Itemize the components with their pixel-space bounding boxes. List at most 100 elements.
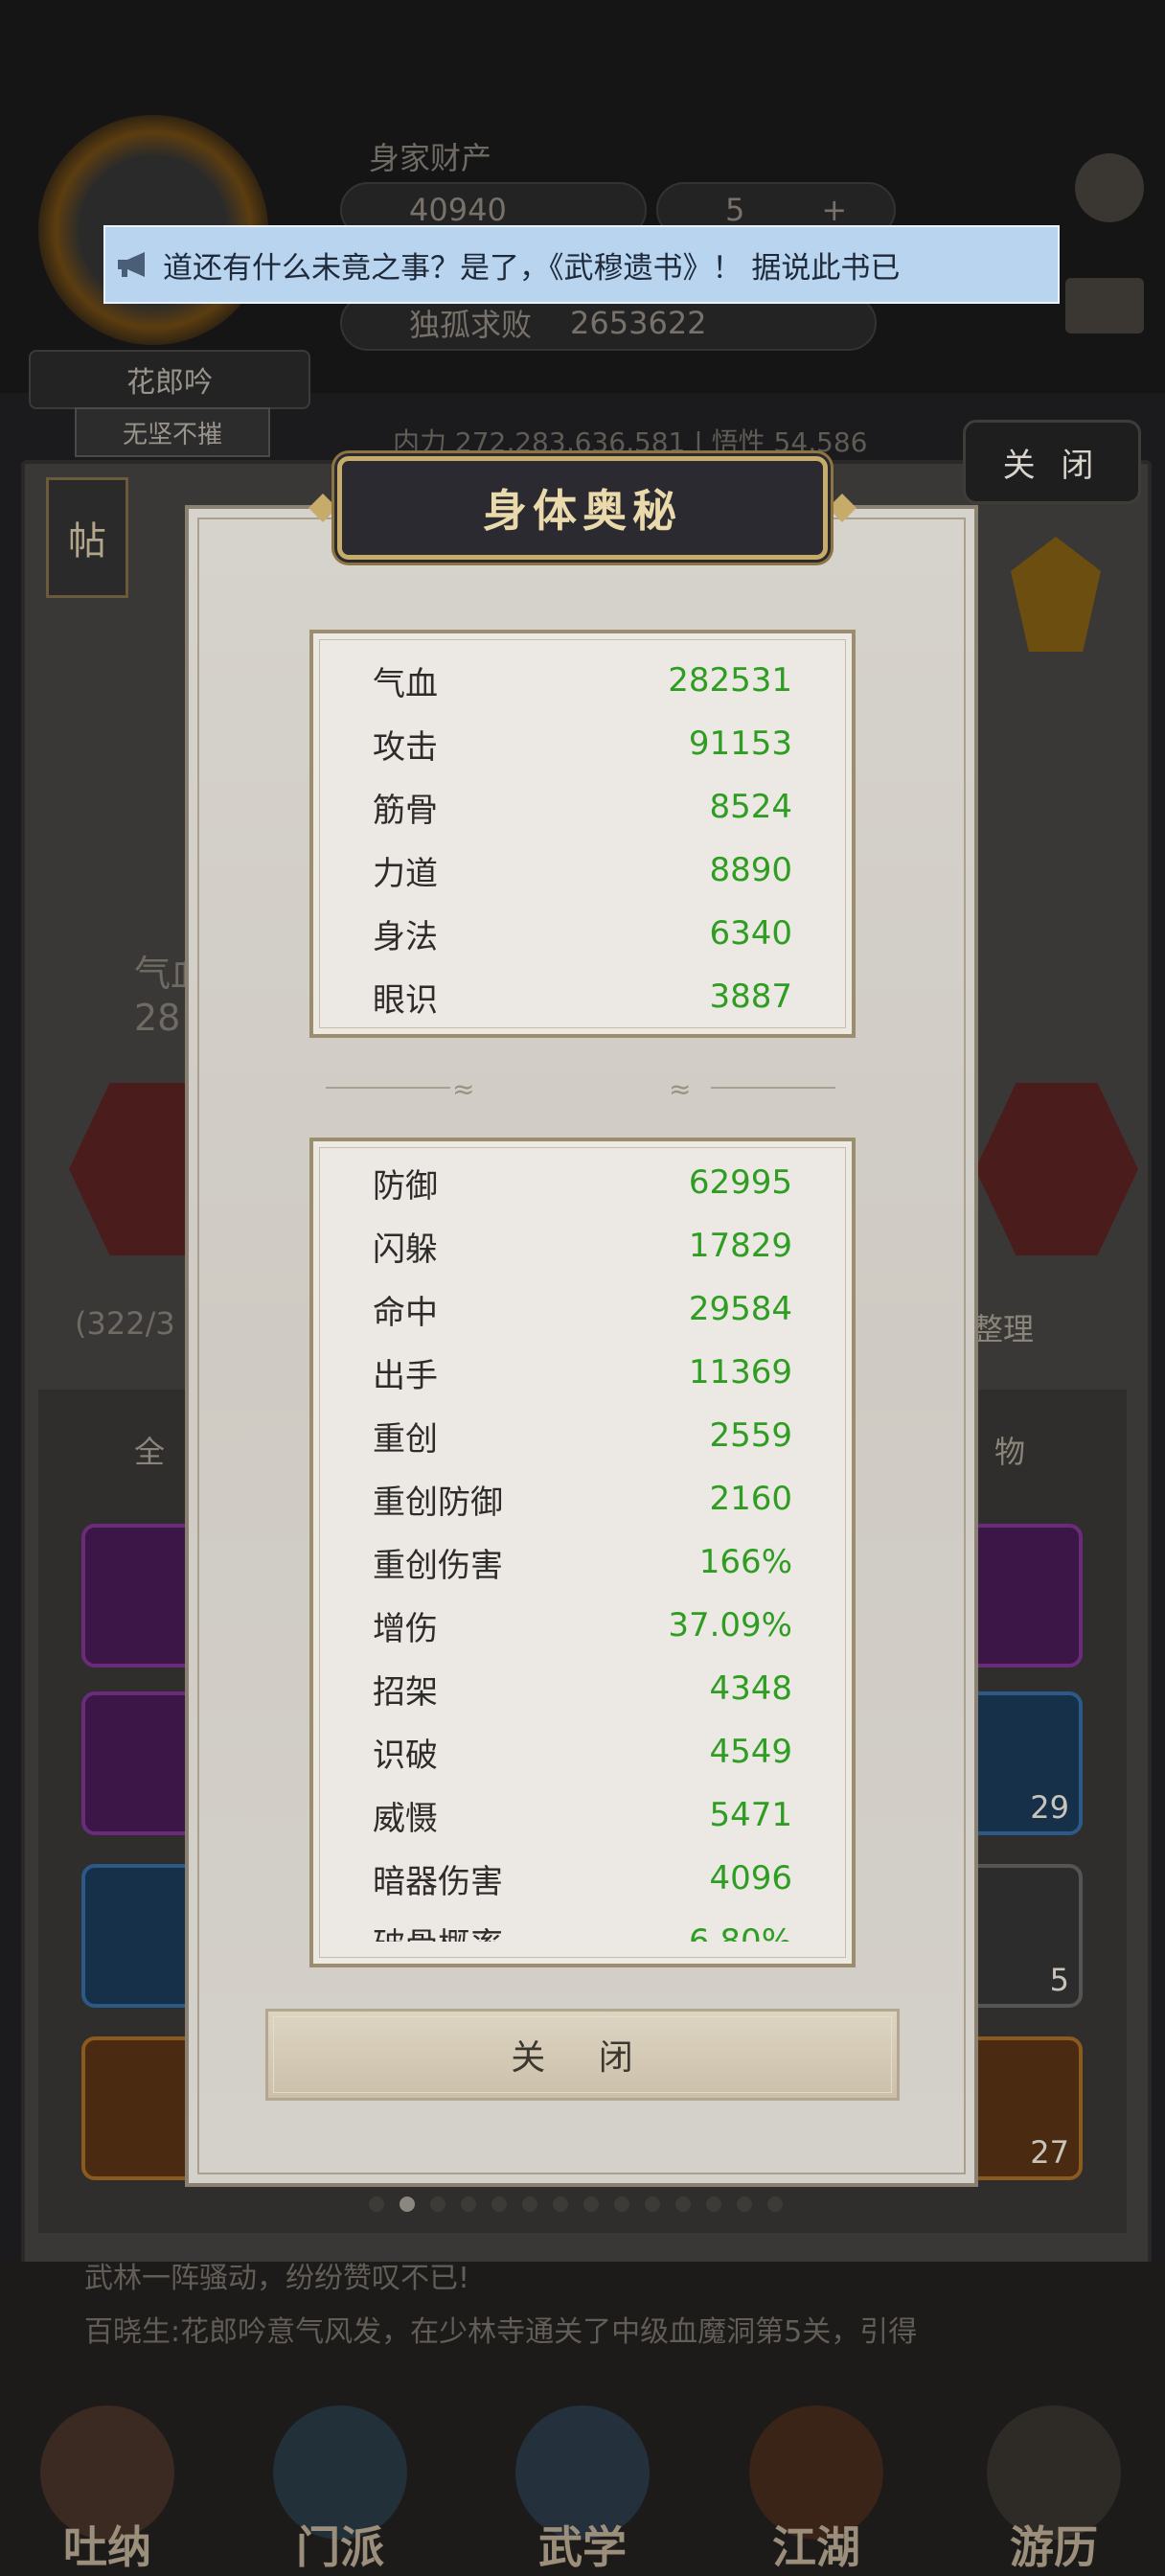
nav-tuna[interactable]: 吐纳	[21, 2396, 194, 2576]
stat-label: 识破	[373, 1736, 438, 1775]
stat-row: 闪躲 17829	[373, 1214, 792, 1277]
stat-row: 防御 62995	[373, 1151, 792, 1214]
divider-line	[326, 1087, 450, 1089]
stat-value: 62995	[688, 1163, 792, 1202]
stat-row: 重创防御 2160	[373, 1467, 792, 1530]
stat-label: 筋骨	[373, 791, 438, 830]
announcement-marquee: 道还有什么未竟之事？是了，《武穆遗书》！ 据说此书已	[103, 225, 1060, 304]
post-button[interactable]: 帖	[46, 477, 128, 598]
combat-stats-card[interactable]: 防御 62995 闪躲 17829 命中 29584 出手 11369 重创 2…	[309, 1138, 856, 1967]
rank-value: 2653622	[570, 305, 707, 341]
page-indicator	[369, 2196, 783, 2212]
stat-row: 攻击 91153	[373, 712, 792, 775]
stat-row: 重创 2559	[373, 1404, 792, 1467]
page-dot	[767, 2196, 783, 2212]
divider-swirl-icon: ≈	[669, 1073, 692, 1105]
stat-row: 命中 29584	[373, 1277, 792, 1341]
stat-label: 命中	[373, 1293, 438, 1332]
stat-label: 眼识	[373, 980, 438, 1020]
stat-value: 282531	[668, 661, 792, 700]
stat-row: 身法 6340	[373, 902, 792, 965]
stat-row: 破骨概率 6.80%	[373, 1910, 792, 1942]
close-button[interactable]: 关 闭	[265, 2009, 900, 2101]
stat-label: 重创	[373, 1419, 438, 1459]
nav-martial[interactable]: 武学	[496, 2396, 669, 2576]
stat-row: 重创伤害 166%	[373, 1530, 792, 1594]
dialog-title: 身体奥秘	[337, 456, 828, 560]
page-dot	[491, 2196, 507, 2212]
stat-value: 8524	[709, 788, 792, 826]
stat-value: 5471	[709, 1796, 792, 1834]
stat-label: 增伤	[373, 1609, 438, 1648]
page-dot	[706, 2196, 721, 2212]
stat-label: 招架	[373, 1672, 438, 1712]
nav-travel[interactable]: 游历	[968, 2396, 1140, 2576]
stat-row: 威慑 5471	[373, 1783, 792, 1847]
stat-label: 重创伤害	[373, 1546, 503, 1585]
stat-value: 91153	[688, 724, 792, 763]
stat-value: 4549	[709, 1733, 792, 1771]
player-name: 花郎吟	[29, 350, 310, 409]
megaphone-icon	[105, 227, 163, 302]
base-stats-card: 气血 282531 攻击 91153 筋骨 8524 力道 8890 身法 63…	[309, 630, 856, 1038]
filter-all-tab[interactable]: 全	[134, 1428, 165, 1472]
stat-row: 力道 8890	[373, 839, 792, 902]
filter-item-tab[interactable]: 物	[994, 1428, 1025, 1472]
gem-value: 5	[725, 192, 745, 228]
stat-row: 出手 11369	[373, 1341, 792, 1404]
stat-label: 闪躲	[373, 1230, 438, 1269]
sort-button[interactable]: 整理	[972, 1305, 1034, 1349]
stat-label: 暗器伤害	[373, 1862, 503, 1901]
wealth-label: 身家财产	[369, 140, 492, 176]
combat-stats-scroll[interactable]: 防御 62995 闪躲 17829 命中 29584 出手 11369 重创 2…	[313, 1141, 852, 1942]
stat-label: 身法	[373, 917, 438, 956]
stat-row: 识破 4549	[373, 1720, 792, 1783]
stat-value: 29584	[688, 1290, 792, 1328]
stat-label: 破骨概率	[373, 1919, 503, 1943]
player-title: 无坚不摧	[75, 407, 270, 457]
stat-row: 增伤 37.09%	[373, 1594, 792, 1657]
stat-row: 暗器伤害 4096	[373, 1847, 792, 1910]
stat-value: 37.09%	[668, 1606, 792, 1644]
stat-label: 重创防御	[373, 1483, 503, 1522]
nav-jianghu[interactable]: 江湖	[730, 2396, 902, 2576]
rank-label: 独孤求败	[409, 307, 533, 343]
stat-row: 招架 4348	[373, 1657, 792, 1720]
stat-value: 4348	[709, 1669, 792, 1708]
page-dot-active	[400, 2196, 415, 2212]
stat-label: 攻击	[373, 727, 438, 767]
page-dot	[461, 2196, 476, 2212]
nav-label: 游历	[1010, 2521, 1098, 2573]
stat-row: 眼识 3887	[373, 965, 792, 1028]
log-line: 武林一阵骚动，纷纷赞叹不已!	[84, 2262, 470, 2295]
add-gem-button[interactable]: +	[821, 192, 847, 228]
page-dot	[369, 2196, 384, 2212]
nav-label: 武学	[538, 2521, 627, 2573]
stat-label: 防御	[373, 1166, 438, 1206]
power-line: 内力 272,283,636,581 | 悟性 54,586	[393, 426, 868, 458]
page-dot	[522, 2196, 537, 2212]
mail-icon[interactable]	[1065, 278, 1144, 334]
page-dot	[737, 2196, 752, 2212]
divider-swirl-icon: ≈	[452, 1073, 475, 1105]
stat-label: 气血	[373, 664, 438, 703]
page-dot	[583, 2196, 599, 2212]
slot-count: 5	[1049, 1962, 1069, 1998]
slot-count: 29	[1030, 1789, 1069, 1826]
nav-sect[interactable]: 门派	[254, 2396, 426, 2576]
stat-value: 166%	[698, 1543, 792, 1581]
settings-gear-icon[interactable]	[1075, 153, 1144, 222]
stat-row: 气血 282531	[373, 649, 792, 712]
stat-value: 11369	[688, 1353, 792, 1392]
nav-label: 门派	[296, 2521, 384, 2573]
bag-count: (322/3	[75, 1305, 175, 1342]
stat-value: 6340	[709, 914, 792, 953]
stat-value: 3887	[709, 978, 792, 1016]
page-dot	[553, 2196, 568, 2212]
page-dot	[430, 2196, 445, 2212]
page-dot	[645, 2196, 660, 2212]
coin-value: 40940	[409, 192, 507, 228]
stat-value: 2160	[709, 1480, 792, 1518]
slot-count: 27	[1030, 2134, 1069, 2171]
outer-close-button[interactable]: 关 闭	[963, 420, 1141, 504]
